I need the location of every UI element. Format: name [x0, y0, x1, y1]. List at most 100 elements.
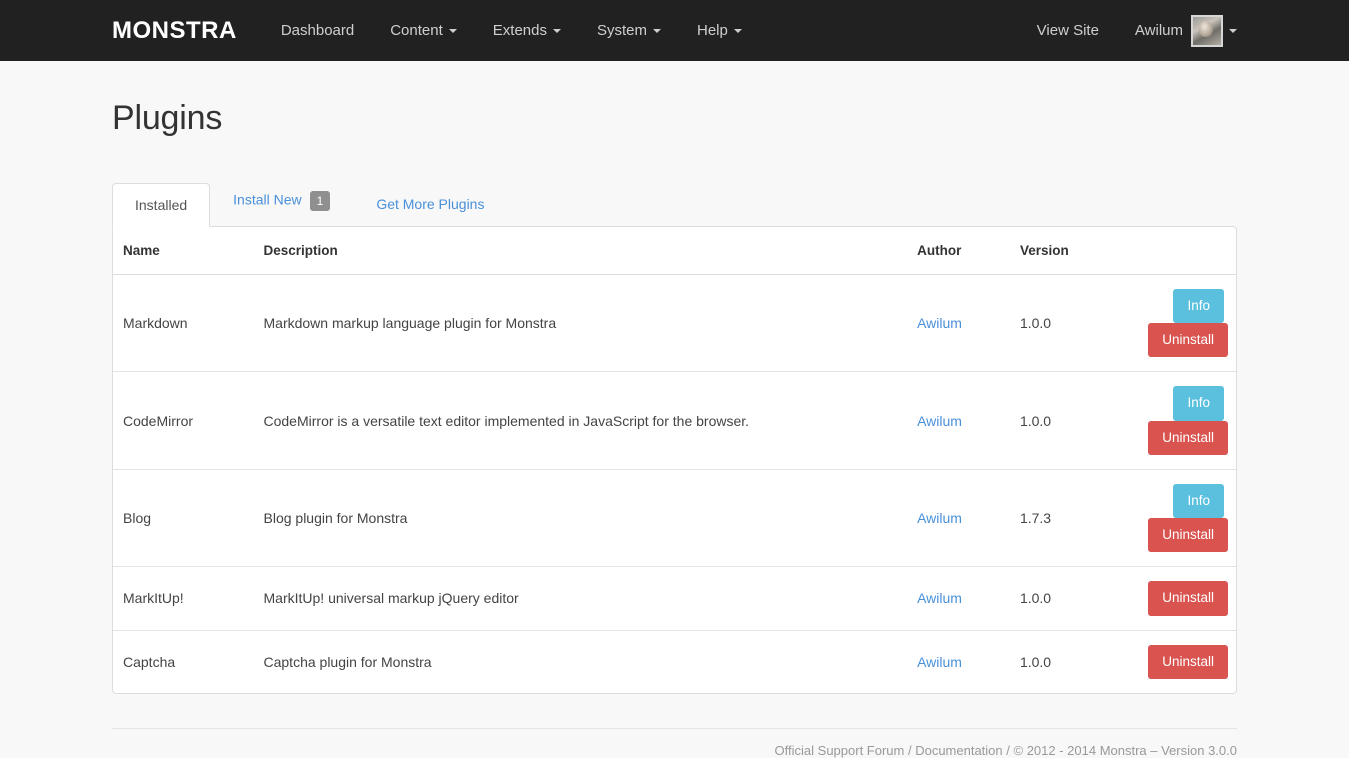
plugin-description-text: Blog plugin for Monstra — [264, 510, 408, 526]
plugin-author-link[interactable]: Awilum — [917, 590, 962, 606]
plugin-version: 1.0.0 — [1010, 630, 1138, 693]
plugin-description: MarkItUp! universal markup jQuery editor — [254, 567, 908, 630]
plugins-panel: Name Description Author Version Markdown… — [112, 226, 1237, 694]
plugin-name: Blog — [113, 469, 254, 566]
chevron-down-icon — [1229, 29, 1237, 33]
plugin-version: 1.0.0 — [1010, 372, 1138, 469]
view-site-link[interactable]: View Site — [1019, 0, 1117, 61]
tab-installed[interactable]: Installed — [112, 183, 210, 227]
nav-item-label: Dashboard — [281, 0, 354, 61]
top-navbar: MONSTRA Dashboard Content Extends System Hel… — [0, 0, 1349, 61]
info-button[interactable]: Info — [1173, 289, 1224, 323]
plugin-version-text: 1.0.0 — [1020, 590, 1051, 606]
plugin-version: 1.7.3 — [1010, 469, 1138, 566]
tab-get-more-plugins[interactable]: Get More Plugins — [353, 182, 507, 226]
nav-item-label: System — [597, 0, 647, 61]
nav-item-system[interactable]: System — [579, 0, 679, 61]
plugins-table-head: Name Description Author Version — [113, 227, 1236, 275]
uninstall-button[interactable]: Uninstall — [1148, 581, 1228, 615]
tab-install-new[interactable]: Install New 1 — [210, 176, 353, 226]
brand-logo[interactable]: MONSTRA — [112, 17, 237, 45]
plugins-tablist: Installed Install New 1 Get More Plugins — [112, 178, 1237, 226]
plugin-actions: Uninstall — [1138, 567, 1236, 630]
user-menu[interactable]: Awilum — [1117, 0, 1237, 61]
uninstall-button[interactable]: Uninstall — [1148, 645, 1228, 679]
plugin-author-link[interactable]: Awilum — [917, 413, 962, 429]
table-header-row: Name Description Author Version — [113, 227, 1236, 275]
table-row: Blog Blog plugin for Monstra Awilum 1.7.3 In… — [113, 469, 1236, 566]
table-row: MarkItUp! MarkItUp! universal markup jQue… — [113, 567, 1236, 630]
plugin-version-text: 1.0.0 — [1020, 413, 1051, 429]
plugin-author: Awilum — [907, 275, 1010, 372]
navbar-right-group: View Site Awilum — [1019, 0, 1237, 61]
plugin-actions: Uninstall — [1138, 630, 1236, 693]
table-row: CodeMirror CodeMirror is a versatile text… — [113, 372, 1236, 469]
plugin-description: Markdown markup language plugin for Mons… — [254, 275, 908, 372]
plugin-description: Blog plugin for Monstra — [254, 469, 908, 566]
plugin-actions: InfoUninstall — [1138, 372, 1236, 469]
page-title: Plugins — [112, 61, 1237, 138]
documentation-link[interactable]: Documentation — [915, 743, 1002, 758]
plugin-version: 1.0.0 — [1010, 567, 1138, 630]
uninstall-button[interactable]: Uninstall — [1148, 421, 1228, 455]
nav-item-label: Extends — [493, 0, 547, 61]
uninstall-button[interactable]: Uninstall — [1148, 323, 1228, 357]
plugin-author-link[interactable]: Awilum — [917, 654, 962, 670]
plugin-description-text: MarkItUp! universal markup jQuery editor — [264, 590, 519, 606]
tab-label: Install New — [233, 192, 301, 208]
plugin-author: Awilum — [907, 567, 1010, 630]
column-header-name: Name — [113, 227, 254, 275]
plugins-table-body: Markdown Markdown markup language plugin … — [113, 275, 1236, 693]
plugin-name: Captcha — [113, 630, 254, 693]
plugin-name: MarkItUp! — [113, 567, 254, 630]
footer-separator-2: / — [1003, 743, 1014, 758]
plugin-version-text: 1.0.0 — [1020, 315, 1051, 331]
tab-label: Get More Plugins — [376, 196, 484, 212]
nav-item-extends[interactable]: Extends — [475, 0, 579, 61]
plugin-description-text: Captcha plugin for Monstra — [264, 654, 432, 670]
plugin-description-text: CodeMirror is a versatile text editor im… — [264, 413, 750, 429]
plugin-name: CodeMirror — [113, 372, 254, 469]
nav-item-content[interactable]: Content — [372, 0, 475, 61]
plugin-name-text: Captcha — [123, 654, 175, 670]
column-header-description: Description — [254, 227, 908, 275]
chevron-down-icon — [653, 29, 661, 33]
plugin-name-text: Markdown — [123, 315, 188, 331]
plugin-version: 1.0.0 — [1010, 275, 1138, 372]
plugin-description-text: Markdown markup language plugin for Mons… — [264, 315, 557, 331]
nav-item-dashboard[interactable]: Dashboard — [263, 0, 372, 61]
plugins-table: Name Description Author Version Markdown… — [113, 227, 1236, 693]
plugin-name-text: Blog — [123, 510, 151, 526]
page-footer: Official Support Forum / Documentation /… — [112, 728, 1237, 758]
footer-copyright: © 2012 - 2014 Monstra – Version 3.0.0 — [1014, 743, 1238, 758]
page-container: Plugins Installed Install New 1 Get More Pl… — [0, 61, 1349, 758]
user-avatar-icon — [1191, 15, 1223, 47]
plugin-name-text: CodeMirror — [123, 413, 193, 429]
column-header-version: Version — [1010, 227, 1138, 275]
plugin-description: Captcha plugin for Monstra — [254, 630, 908, 693]
column-header-actions — [1138, 227, 1236, 275]
plugin-author: Awilum — [907, 630, 1010, 693]
tab-badge-count: 1 — [310, 191, 331, 211]
column-header-author: Author — [907, 227, 1010, 275]
plugin-description: CodeMirror is a versatile text editor im… — [254, 372, 908, 469]
navbar-left-group: MONSTRA Dashboard Content Extends System Hel… — [0, 0, 760, 61]
chevron-down-icon — [449, 29, 457, 33]
user-name-label: Awilum — [1135, 0, 1183, 61]
chevron-down-icon — [734, 29, 742, 33]
plugin-name: Markdown — [113, 275, 254, 372]
support-forum-link[interactable]: Official Support Forum — [775, 743, 905, 758]
plugin-version-text: 1.7.3 — [1020, 510, 1051, 526]
plugin-author-link[interactable]: Awilum — [917, 510, 962, 526]
chevron-down-icon — [553, 29, 561, 33]
info-button[interactable]: Info — [1173, 484, 1224, 518]
plugin-actions: InfoUninstall — [1138, 275, 1236, 372]
nav-item-help[interactable]: Help — [679, 0, 760, 61]
uninstall-button[interactable]: Uninstall — [1148, 518, 1228, 552]
plugin-author-link[interactable]: Awilum — [917, 315, 962, 331]
plugin-author: Awilum — [907, 372, 1010, 469]
info-button[interactable]: Info — [1173, 386, 1224, 420]
tab-label: Installed — [135, 197, 187, 213]
navbar-menu: Dashboard Content Extends System Help — [263, 0, 760, 61]
nav-item-label: Content — [390, 0, 443, 61]
